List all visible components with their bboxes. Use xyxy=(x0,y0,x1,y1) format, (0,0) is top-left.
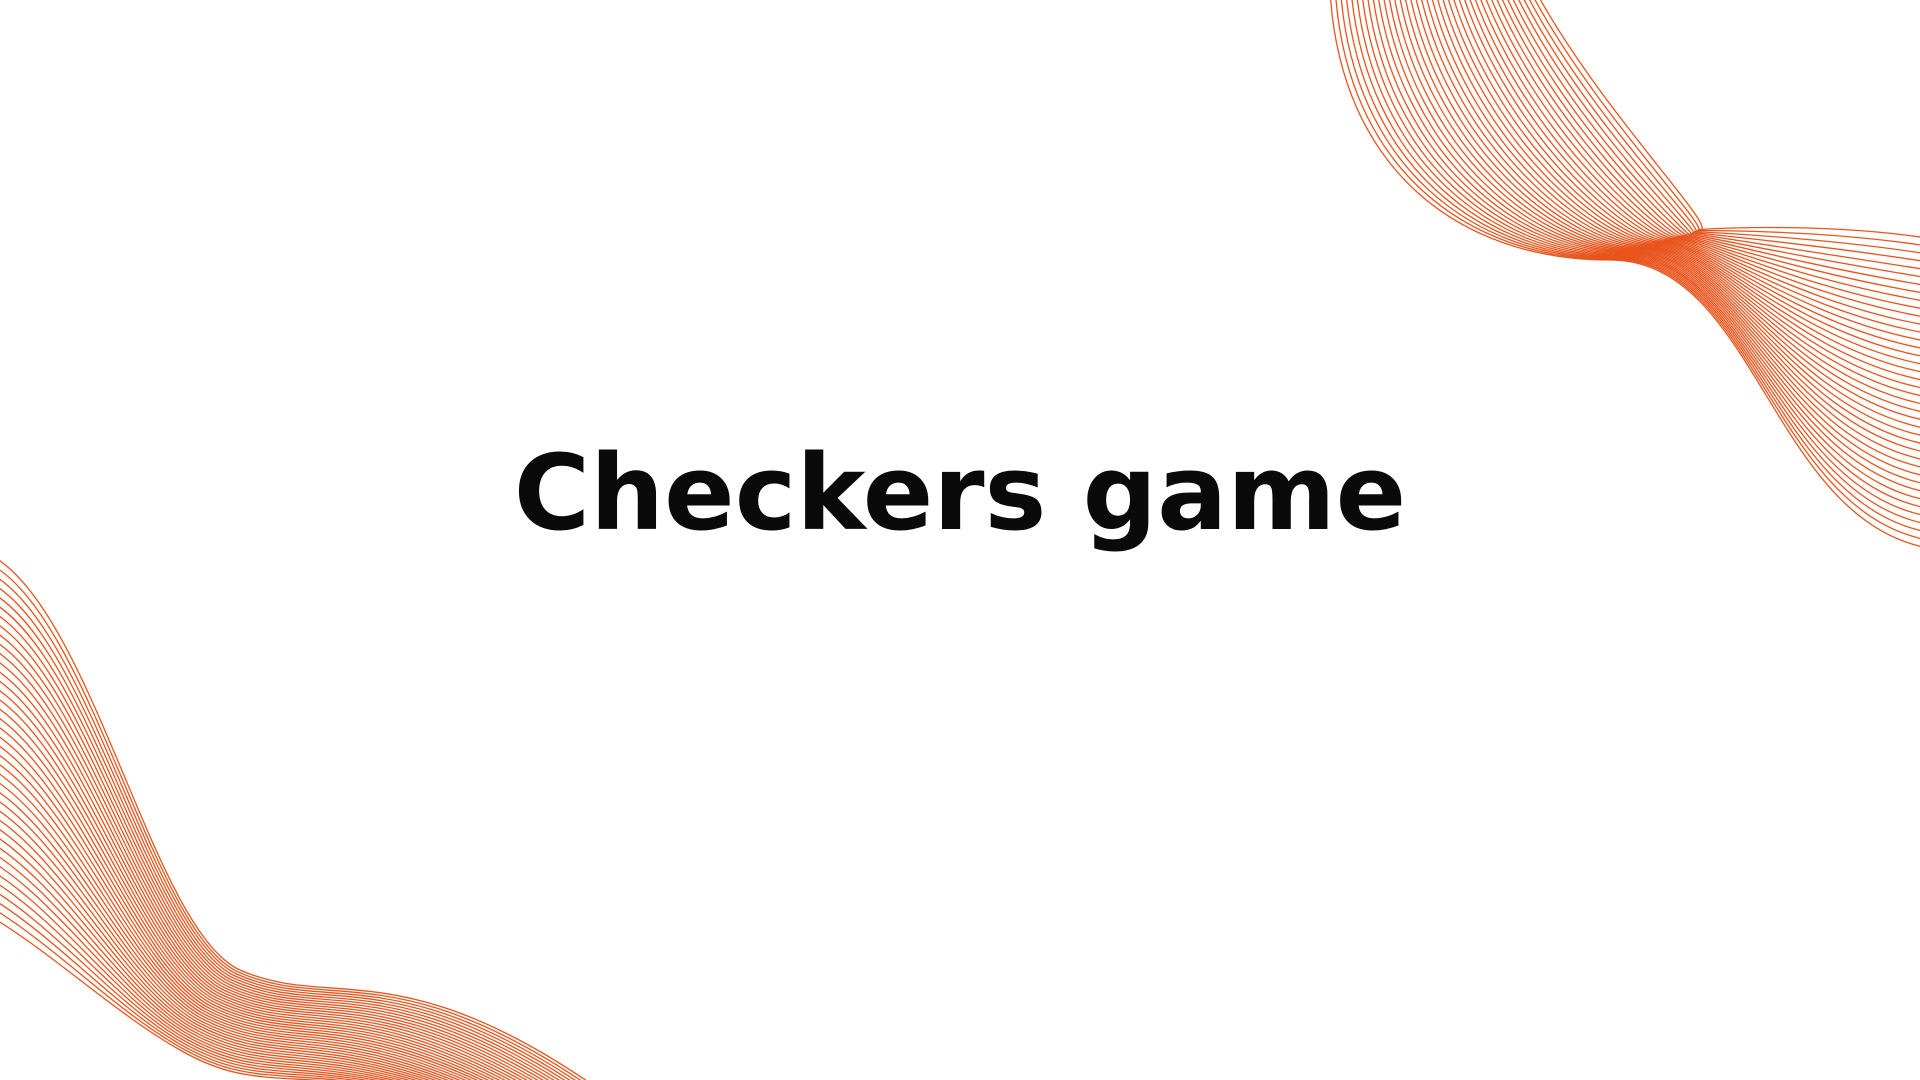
wave-line xyxy=(0,616,555,1080)
wave-line xyxy=(1518,0,1920,270)
wave-line xyxy=(0,893,369,1080)
wave-line xyxy=(0,912,342,1080)
wave-line xyxy=(0,792,449,1080)
wave-line xyxy=(0,782,455,1080)
wave-line xyxy=(1529,0,1920,254)
wave-line xyxy=(1405,0,1920,436)
wave-line xyxy=(0,708,501,1080)
wave-line xyxy=(0,653,533,1080)
wave-line xyxy=(1389,0,1920,460)
wave-line xyxy=(1415,0,1920,420)
slide: Checkers game xyxy=(0,0,1920,1080)
wave-line xyxy=(0,671,523,1080)
wave-line xyxy=(1383,0,1920,468)
wave-line xyxy=(1491,0,1920,309)
wave-line xyxy=(1507,0,1920,286)
wave-line xyxy=(1512,0,1920,278)
wave-line xyxy=(0,745,478,1080)
wave-line xyxy=(1421,0,1920,412)
wave-line xyxy=(0,606,560,1080)
wave-line xyxy=(1480,0,1920,325)
wave-line xyxy=(0,727,490,1080)
wave-line xyxy=(1437,0,1920,389)
wave-line xyxy=(0,597,566,1080)
wave-line xyxy=(0,736,484,1080)
wave-line xyxy=(0,718,495,1080)
wave-line xyxy=(1372,0,1920,484)
wave-line xyxy=(1367,0,1920,492)
wave-line xyxy=(0,560,587,1080)
slide-title: Checkers game xyxy=(513,432,1407,554)
wave-line xyxy=(0,662,528,1080)
wave-line xyxy=(0,764,467,1080)
wave-line xyxy=(0,838,417,1080)
wave-line xyxy=(1453,0,1920,365)
wave-line xyxy=(0,690,512,1080)
wave-line xyxy=(0,699,506,1080)
wave-line xyxy=(0,829,424,1080)
wave-line xyxy=(0,680,517,1080)
wave-line xyxy=(0,578,576,1080)
wave-line xyxy=(0,875,388,1080)
wave-line xyxy=(0,866,396,1080)
wave-line xyxy=(0,569,582,1080)
wave-line xyxy=(1464,0,1920,349)
wave-line xyxy=(1448,0,1920,373)
wave-line xyxy=(0,810,437,1080)
wave-line xyxy=(0,773,461,1080)
wave-line xyxy=(1442,0,1920,381)
wave-line xyxy=(1394,0,1920,452)
wave-line xyxy=(0,819,431,1080)
wave-line xyxy=(1534,0,1920,246)
wave-line xyxy=(0,856,403,1080)
wave-lines-bottom-left-decoration xyxy=(0,560,587,1080)
wave-line xyxy=(1496,0,1920,301)
wave-line xyxy=(1399,0,1920,444)
wave-line xyxy=(0,588,571,1080)
wave-line xyxy=(1523,0,1920,262)
wave-line xyxy=(0,643,539,1080)
wave-line xyxy=(1410,0,1920,428)
wave-line xyxy=(1469,0,1920,341)
wave-line xyxy=(1485,0,1920,317)
wave-line xyxy=(1539,0,1920,238)
wave-line xyxy=(0,755,473,1080)
wave-line xyxy=(0,625,550,1080)
wave-line xyxy=(0,921,321,1080)
wave-line xyxy=(0,801,443,1080)
wave-line xyxy=(0,847,410,1080)
wave-line xyxy=(0,902,357,1080)
wave-line xyxy=(1378,0,1920,476)
wave-line xyxy=(1431,0,1920,397)
wave-line xyxy=(1501,0,1920,294)
wave-line xyxy=(1474,0,1920,333)
wave-line xyxy=(1426,0,1920,404)
wave-line xyxy=(1458,0,1920,357)
wave-line xyxy=(1362,0,1920,500)
wave-line xyxy=(0,634,544,1080)
wave-line xyxy=(0,884,379,1080)
